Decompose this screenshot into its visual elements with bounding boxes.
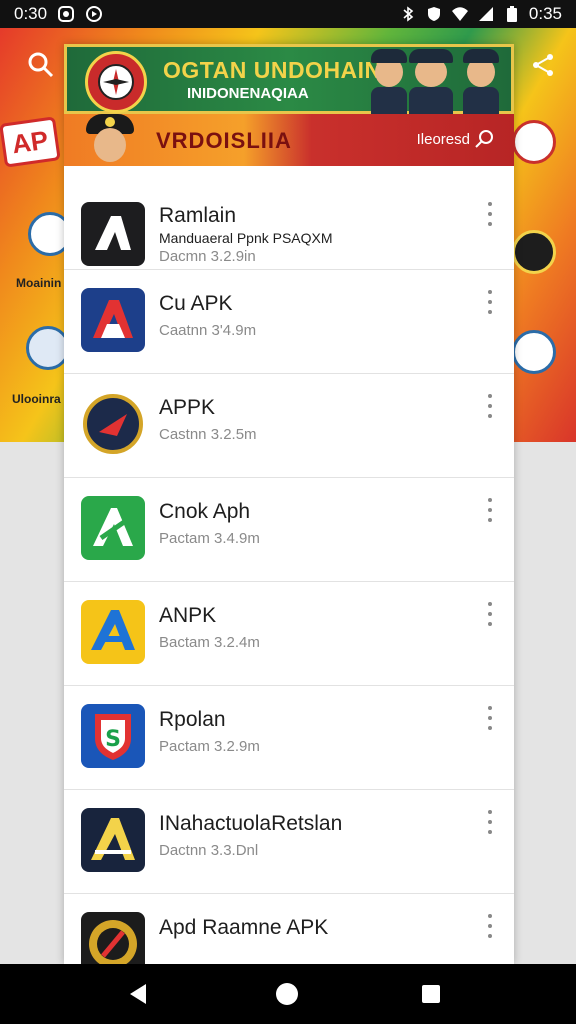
background-ap-badge: AP — [0, 116, 61, 168]
app-name: Cu APK — [159, 292, 233, 315]
search-icon[interactable] — [474, 128, 496, 150]
background-label-1: Moainin — [16, 276, 62, 290]
shield-s-app-icon: S — [81, 704, 145, 768]
navigation-bar — [0, 964, 576, 1024]
gear-app-icon — [81, 912, 145, 964]
list-item[interactable]: APPK Castnn 3.2.5m — [64, 374, 514, 478]
app-detail: Bactam 3.2.4m — [159, 634, 260, 651]
list-item[interactable]: Cu APK Caatnn 3'4.9m — [64, 270, 514, 374]
search-icon[interactable] — [26, 50, 56, 80]
app-detail: Pactam 3.4.9m — [159, 530, 260, 547]
background-right-badge-icon — [512, 230, 556, 274]
badge-app-icon — [81, 392, 145, 456]
app-name: Apd Raamne APK — [159, 916, 329, 939]
list-item[interactable]: INahactuolaRetslan Dactnn 3.3.Dnl — [64, 790, 514, 894]
wifi-icon — [451, 5, 469, 23]
back-icon[interactable] — [126, 982, 148, 1006]
svg-text:S: S — [105, 727, 121, 752]
more-options-icon[interactable] — [480, 914, 500, 938]
dark-a-app-icon — [81, 808, 145, 872]
officer-cartoon-icon — [459, 47, 503, 115]
more-options-icon[interactable] — [480, 810, 500, 834]
signal-icon — [477, 5, 495, 23]
header-banner: OGTAN UNDOHAIN INIDONENAQIAA — [64, 44, 514, 115]
app-name: Cnok Aph — [159, 500, 251, 523]
a-white-app-icon — [81, 202, 145, 266]
app-subtitle: Manduaeral Ppnk PSAQXM — [159, 230, 333, 246]
sub-header-label[interactable]: Ileoresd — [417, 131, 470, 148]
app-list: Ramlain Manduaeral Ppnk PSAQXM Dacmn 3.2… — [64, 166, 514, 964]
app-name: INahactuolaRetslan — [159, 812, 343, 835]
green-a-app-icon — [81, 496, 145, 560]
home-icon[interactable] — [276, 983, 298, 1005]
header-title: OGTAN UNDOHAIN — [163, 57, 382, 83]
more-options-icon[interactable] — [480, 706, 500, 730]
more-options-icon[interactable] — [480, 602, 500, 626]
status-bar: 0:30 0:35 — [0, 0, 576, 28]
app-name: Ramlain — [159, 204, 237, 227]
more-options-icon[interactable] — [480, 290, 500, 314]
background-right-emblem-icon — [512, 120, 556, 164]
sub-header-title: VRDOISLIIA — [156, 128, 292, 153]
bluetooth-icon — [399, 5, 417, 23]
officer-cartoon-icon — [405, 47, 457, 115]
app-detail: Caatnn 3'4.9m — [159, 322, 257, 339]
list-item[interactable]: Apd Raamne APK — [64, 894, 514, 964]
list-item[interactable]: Cnok Aph Pactam 3.4.9m — [64, 478, 514, 582]
more-options-icon[interactable] — [480, 394, 500, 418]
yellow-a-app-icon — [81, 600, 145, 664]
list-item[interactable]: ANPK Bactam 3.2.4m — [64, 582, 514, 686]
status-time-right: 0:35 — [528, 4, 562, 23]
share-icon[interactable] — [528, 50, 558, 80]
app-list-panel: OGTAN UNDOHAIN INIDONENAQIAA VRDOISLIIA … — [64, 44, 514, 964]
more-options-icon[interactable] — [480, 498, 500, 522]
battery-icon — [503, 5, 521, 23]
status-time-left: 0:30 — [14, 4, 48, 23]
app-name: Rpolan — [159, 708, 226, 731]
app-detail: Castnn 3.2.5m — [159, 426, 257, 443]
app-detail: Pactam 3.2.9m — [159, 738, 260, 755]
media-icon — [85, 5, 103, 23]
shield-icon — [425, 5, 443, 23]
compass-emblem-icon — [85, 51, 147, 113]
red-a-app-icon — [81, 288, 145, 352]
recents-icon[interactable] — [422, 985, 440, 1003]
background-label-2: Ulooinra — [12, 392, 61, 406]
app-name: ANPK — [159, 604, 217, 627]
notification-icon — [57, 5, 75, 23]
header-subtitle: INIDONENAQIAA — [187, 85, 309, 102]
app-name: APPK — [159, 396, 216, 419]
background-right-plane-icon — [512, 330, 556, 374]
app-detail: Dactnn 3.3.Dnl — [159, 842, 259, 859]
list-item[interactable]: S Rpolan Pactam 3.2.9m — [64, 686, 514, 790]
list-item[interactable]: Ramlain Manduaeral Ppnk PSAQXM Dacmn 3.2… — [64, 166, 514, 270]
app-detail: Dacmn 3.2.9in — [159, 248, 256, 265]
more-options-icon[interactable] — [480, 202, 500, 226]
